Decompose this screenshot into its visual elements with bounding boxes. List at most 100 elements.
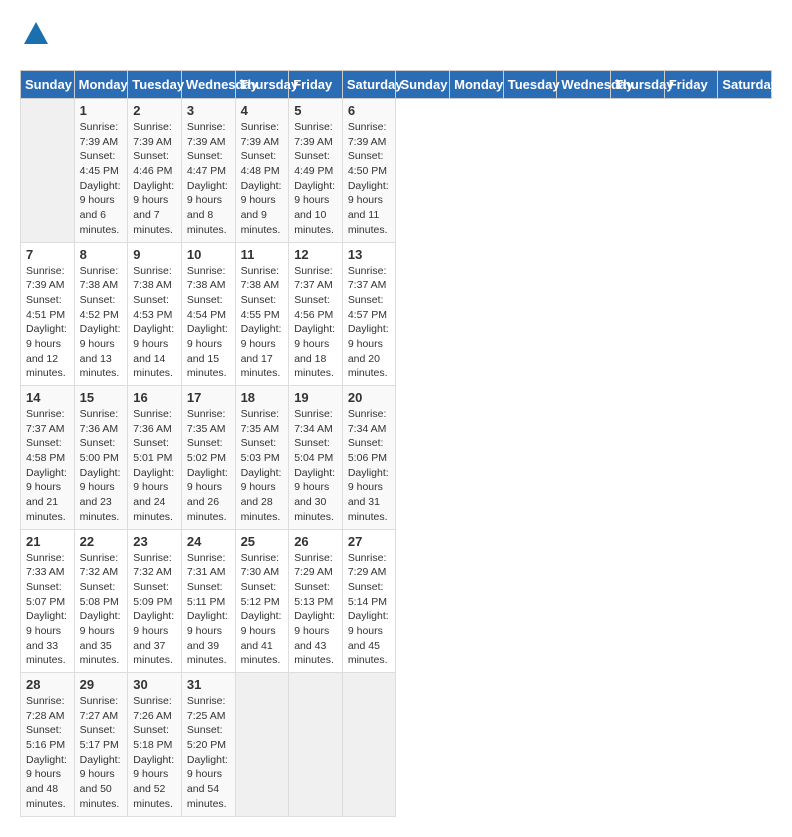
day-info: Sunrise: 7:39 AMSunset: 4:49 PMDaylight:… <box>294 120 337 238</box>
col-header-tuesday: Tuesday <box>503 71 557 99</box>
day-number: 8 <box>80 247 123 262</box>
day-info: Sunrise: 7:32 AMSunset: 5:09 PMDaylight:… <box>133 551 176 669</box>
day-info: Sunrise: 7:39 AMSunset: 4:48 PMDaylight:… <box>241 120 284 238</box>
col-header-wednesday: Wednesday <box>181 71 235 99</box>
day-number: 11 <box>241 247 284 262</box>
col-header-saturday: Saturday <box>342 71 396 99</box>
col-header-tuesday: Tuesday <box>128 71 182 99</box>
day-number: 18 <box>241 390 284 405</box>
day-number: 19 <box>294 390 337 405</box>
day-info: Sunrise: 7:38 AMSunset: 4:52 PMDaylight:… <box>80 264 123 382</box>
day-cell: 15 Sunrise: 7:36 AMSunset: 5:00 PMDayligh… <box>74 386 128 530</box>
col-header-thursday: Thursday <box>611 71 665 99</box>
day-info: Sunrise: 7:27 AMSunset: 5:17 PMDaylight:… <box>80 694 123 812</box>
day-cell: 30Sunrise: 7:26 AMSunset: 5:18 PMDayligh… <box>128 673 182 817</box>
day-cell: 19 Sunrise: 7:34 AMSunset: 5:04 PMDayligh… <box>289 386 343 530</box>
day-cell: 12 Sunrise: 7:37 AMSunset: 4:56 PMDayligh… <box>289 242 343 386</box>
day-info: Sunrise: 7:36 AMSunset: 5:01 PMDaylight:… <box>133 407 176 525</box>
logo <box>20 20 50 54</box>
day-cell <box>342 673 396 817</box>
page-header <box>20 20 772 54</box>
day-number: 3 <box>187 103 230 118</box>
day-cell <box>289 673 343 817</box>
day-cell: 25Sunrise: 7:30 AMSunset: 5:12 PMDayligh… <box>235 529 289 673</box>
day-cell: 23 Sunrise: 7:32 AMSunset: 5:09 PMDayligh… <box>128 529 182 673</box>
day-number: 20 <box>348 390 391 405</box>
day-number: 1 <box>80 103 123 118</box>
day-info: Sunrise: 7:31 AMSunset: 5:11 PMDaylight:… <box>187 551 230 669</box>
day-info: Sunrise: 7:39 AMSunset: 4:45 PMDaylight:… <box>80 120 123 238</box>
day-cell: 4Sunrise: 7:39 AMSunset: 4:48 PMDaylight… <box>235 99 289 243</box>
day-number: 13 <box>348 247 391 262</box>
header-row: SundayMondayTuesdayWednesdayThursdayFrid… <box>21 71 772 99</box>
day-cell: 29 Sunrise: 7:27 AMSunset: 5:17 PMDayligh… <box>74 673 128 817</box>
day-cell: 17 Sunrise: 7:35 AMSunset: 5:02 PMDayligh… <box>181 386 235 530</box>
col-header-sunday: Sunday <box>21 71 75 99</box>
day-number: 16 <box>133 390 176 405</box>
day-cell: 2 Sunrise: 7:39 AMSunset: 4:46 PMDaylight… <box>128 99 182 243</box>
day-cell: 28Sunrise: 7:28 AMSunset: 5:16 PMDayligh… <box>21 673 75 817</box>
day-number: 6 <box>348 103 391 118</box>
day-number: 31 <box>187 677 230 692</box>
day-info: Sunrise: 7:39 AMSunset: 4:51 PMDaylight:… <box>26 264 69 382</box>
day-cell: 1 Sunrise: 7:39 AMSunset: 4:45 PMDaylight… <box>74 99 128 243</box>
week-row-2: 7Sunrise: 7:39 AMSunset: 4:51 PMDaylight… <box>21 242 772 386</box>
day-info: Sunrise: 7:35 AMSunset: 5:02 PMDaylight:… <box>187 407 230 525</box>
day-info: Sunrise: 7:34 AMSunset: 5:04 PMDaylight:… <box>294 407 337 525</box>
day-info: Sunrise: 7:37 AMSunset: 4:56 PMDaylight:… <box>294 264 337 382</box>
day-number: 15 <box>80 390 123 405</box>
col-header-friday: Friday <box>664 71 718 99</box>
logo-icon <box>22 20 50 48</box>
col-header-monday: Monday <box>450 71 504 99</box>
day-number: 30 <box>133 677 176 692</box>
col-header-thursday: Thursday <box>235 71 289 99</box>
day-cell: 20Sunrise: 7:34 AMSunset: 5:06 PMDayligh… <box>342 386 396 530</box>
day-cell: 13Sunrise: 7:37 AMSunset: 4:57 PMDayligh… <box>342 242 396 386</box>
day-info: Sunrise: 7:36 AMSunset: 5:00 PMDaylight:… <box>80 407 123 525</box>
day-cell: 24 Sunrise: 7:31 AMSunset: 5:11 PMDayligh… <box>181 529 235 673</box>
day-info: Sunrise: 7:33 AMSunset: 5:07 PMDaylight:… <box>26 551 69 669</box>
day-number: 10 <box>187 247 230 262</box>
day-cell: 10 Sunrise: 7:38 AMSunset: 4:54 PMDayligh… <box>181 242 235 386</box>
day-cell: 5Sunrise: 7:39 AMSunset: 4:49 PMDaylight… <box>289 99 343 243</box>
day-number: 14 <box>26 390 69 405</box>
day-cell: 31 Sunrise: 7:25 AMSunset: 5:20 PMDayligh… <box>181 673 235 817</box>
day-number: 22 <box>80 534 123 549</box>
col-header-friday: Friday <box>289 71 343 99</box>
day-cell: 14 Sunrise: 7:37 AMSunset: 4:58 PMDayligh… <box>21 386 75 530</box>
day-number: 23 <box>133 534 176 549</box>
day-cell: 3Sunrise: 7:39 AMSunset: 4:47 PMDaylight… <box>181 99 235 243</box>
day-number: 12 <box>294 247 337 262</box>
week-row-3: 14 Sunrise: 7:37 AMSunset: 4:58 PMDayligh… <box>21 386 772 530</box>
col-header-saturday: Saturday <box>718 71 772 99</box>
day-number: 2 <box>133 103 176 118</box>
day-number: 28 <box>26 677 69 692</box>
week-row-1: 1 Sunrise: 7:39 AMSunset: 4:45 PMDaylight… <box>21 99 772 243</box>
day-cell: 21Sunrise: 7:33 AMSunset: 5:07 PMDayligh… <box>21 529 75 673</box>
day-info: Sunrise: 7:38 AMSunset: 4:54 PMDaylight:… <box>187 264 230 382</box>
day-cell: 7Sunrise: 7:39 AMSunset: 4:51 PMDaylight… <box>21 242 75 386</box>
day-info: Sunrise: 7:30 AMSunset: 5:12 PMDaylight:… <box>241 551 284 669</box>
calendar-table: SundayMondayTuesdayWednesdayThursdayFrid… <box>20 70 772 817</box>
col-header-wednesday: Wednesday <box>557 71 611 99</box>
day-cell <box>235 673 289 817</box>
day-info: Sunrise: 7:37 AMSunset: 4:58 PMDaylight:… <box>26 407 69 525</box>
day-info: Sunrise: 7:29 AMSunset: 5:14 PMDaylight:… <box>348 551 391 669</box>
col-header-sunday: Sunday <box>396 71 450 99</box>
day-cell: 9Sunrise: 7:38 AMSunset: 4:53 PMDaylight… <box>128 242 182 386</box>
day-number: 27 <box>348 534 391 549</box>
day-number: 17 <box>187 390 230 405</box>
day-cell: 26 Sunrise: 7:29 AMSunset: 5:13 PMDayligh… <box>289 529 343 673</box>
day-info: Sunrise: 7:25 AMSunset: 5:20 PMDaylight:… <box>187 694 230 812</box>
day-info: Sunrise: 7:29 AMSunset: 5:13 PMDaylight:… <box>294 551 337 669</box>
day-info: Sunrise: 7:39 AMSunset: 4:46 PMDaylight:… <box>133 120 176 238</box>
day-number: 24 <box>187 534 230 549</box>
day-info: Sunrise: 7:38 AMSunset: 4:55 PMDaylight:… <box>241 264 284 382</box>
day-number: 29 <box>80 677 123 692</box>
day-cell: 16 Sunrise: 7:36 AMSunset: 5:01 PMDayligh… <box>128 386 182 530</box>
day-cell <box>21 99 75 243</box>
week-row-4: 21Sunrise: 7:33 AMSunset: 5:07 PMDayligh… <box>21 529 772 673</box>
day-cell: 11 Sunrise: 7:38 AMSunset: 4:55 PMDayligh… <box>235 242 289 386</box>
day-number: 26 <box>294 534 337 549</box>
day-cell: 8 Sunrise: 7:38 AMSunset: 4:52 PMDaylight… <box>74 242 128 386</box>
